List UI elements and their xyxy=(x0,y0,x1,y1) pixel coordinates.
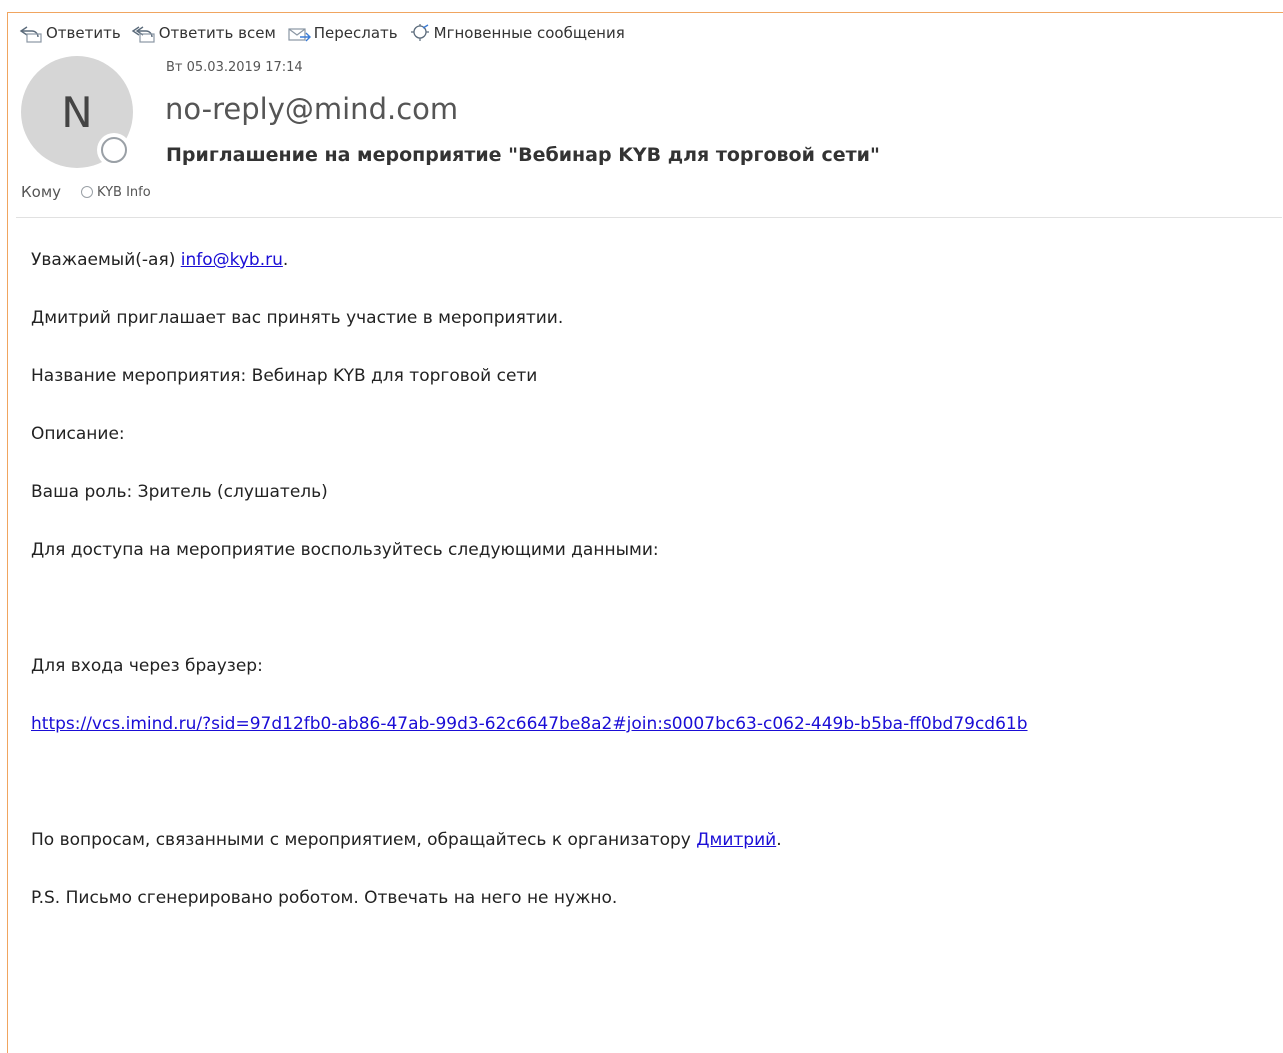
greeting-suffix: . xyxy=(282,250,289,270)
organizer-link[interactable]: Дмитрий xyxy=(696,830,776,850)
reply-label: Ответить xyxy=(46,24,121,42)
avatar-letter: N xyxy=(61,87,93,137)
recipients-row: Кому KYB Info xyxy=(21,183,151,201)
forward-label: Переслать xyxy=(313,24,398,42)
reply-all-label: Ответить всем xyxy=(158,24,276,42)
message-date: Вт 05.03.2019 17:14 xyxy=(166,60,303,75)
header-divider xyxy=(16,217,1282,218)
reply-all-button[interactable]: Ответить всем xyxy=(131,23,276,43)
join-link-line: https://vcs.imind.ru/?sid=97d12fb0-ab86-… xyxy=(31,714,1028,734)
access-line: Для доступа на мероприятие воспользуйтес… xyxy=(31,540,659,560)
presence-ring xyxy=(101,137,127,163)
reply-button[interactable]: Ответить xyxy=(18,23,121,43)
ps-line: P.S. Письмо сгенерировано роботом. Отвеч… xyxy=(31,888,618,908)
reply-icon xyxy=(19,26,42,43)
questions-prefix: По вопросам, связанными с мероприятием, … xyxy=(31,830,697,850)
reply-all-icon xyxy=(131,26,155,43)
instant-message-button[interactable]: Мгновенные сообщения xyxy=(408,23,625,43)
recipient-chip[interactable]: KYB Info xyxy=(81,185,151,200)
greeting-prefix: Уважаемый(-ая) xyxy=(31,250,181,270)
presence-status-icon xyxy=(97,133,131,167)
message-toolbar: Ответить Ответить всем Переслать Мгновен… xyxy=(18,20,625,46)
event-name-line: Название мероприятия: Вебинар KYB для то… xyxy=(31,366,538,386)
browser-line: Для входа через браузер: xyxy=(31,656,263,676)
questions-suffix: . xyxy=(776,830,782,850)
forward-icon xyxy=(288,28,311,42)
greeting-line: Уважаемый(-ая) info@kyb.ru. xyxy=(31,250,288,270)
recipient-name: KYB Info xyxy=(97,184,151,200)
greeting-email-link[interactable]: info@kyb.ru xyxy=(181,250,283,270)
recipient-presence-icon xyxy=(81,186,94,198)
description-line: Описание: xyxy=(31,424,125,444)
forward-button[interactable]: Переслать xyxy=(286,23,398,43)
invite-line: Дмитрий приглашает вас принять участие в… xyxy=(31,308,564,328)
sender-address[interactable]: no-reply@mind.com xyxy=(165,92,458,126)
role-line: Ваша роль: Зритель (слушатель) xyxy=(31,482,328,502)
questions-line: По вопросам, связанными с мероприятием, … xyxy=(31,830,782,850)
instant-message-label: Мгновенные сообщения xyxy=(433,24,625,42)
instant-message-icon xyxy=(410,24,429,41)
join-link[interactable]: https://vcs.imind.ru/?sid=97d12fb0-ab86-… xyxy=(31,714,1028,734)
to-label: Кому xyxy=(21,183,62,201)
message-subject: Приглашение на мероприятие "Вебинар KYB … xyxy=(166,144,880,166)
